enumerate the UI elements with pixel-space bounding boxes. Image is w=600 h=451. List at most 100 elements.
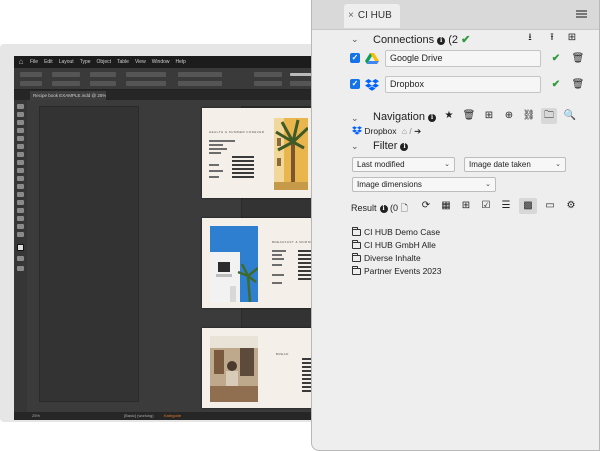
preflight-status[interactable]: Kategorie bbox=[164, 413, 181, 418]
info-icon[interactable]: i bbox=[379, 205, 388, 213]
home-icon[interactable]: ⌂ bbox=[402, 126, 407, 136]
home-icon[interactable]: ⌂ bbox=[16, 57, 26, 67]
selection-tool-icon[interactable] bbox=[17, 104, 24, 109]
menu-help[interactable]: Help bbox=[176, 59, 186, 65]
trash-icon[interactable]: 🗑 bbox=[461, 108, 477, 124]
folder-view-icon[interactable]: 🗀 bbox=[541, 108, 557, 124]
result-folder-item[interactable]: CI HUB Demo Case bbox=[352, 227, 440, 237]
filter-dropdown-image-date-taken[interactable]: Image date taken ⌄ bbox=[464, 157, 566, 172]
control-field[interactable] bbox=[126, 81, 166, 86]
rectangle-frame-tool-icon[interactable] bbox=[17, 168, 24, 173]
menu-table[interactable]: Table bbox=[117, 59, 129, 65]
link-icon[interactable]: ⛓ bbox=[521, 108, 537, 124]
filter-chevron-down-icon[interactable]: ⌄ bbox=[351, 141, 359, 152]
zoom-tool-icon[interactable] bbox=[17, 232, 24, 237]
menu-edit[interactable]: Edit bbox=[44, 59, 53, 65]
menu-window[interactable]: Window bbox=[152, 59, 170, 65]
close-icon[interactable]: × bbox=[348, 10, 354, 21]
search-icon[interactable]: 🔍 bbox=[562, 108, 578, 124]
control-field[interactable] bbox=[178, 72, 222, 77]
list-view-icon[interactable]: ☰ bbox=[498, 198, 514, 214]
line-tool-icon[interactable] bbox=[17, 144, 24, 149]
rectangle-tool-icon[interactable] bbox=[17, 176, 24, 181]
zoom-icon[interactable]: ⊕ bbox=[501, 108, 517, 124]
result-folder-item[interactable]: CI HUB GmbH Alle bbox=[352, 240, 436, 250]
direct-selection-tool-icon[interactable] bbox=[17, 112, 24, 117]
add-connection-icon[interactable]: ⊞ bbox=[564, 30, 580, 46]
gradient-tool-icon[interactable] bbox=[17, 200, 24, 205]
control-field[interactable] bbox=[20, 81, 42, 86]
download-icon[interactable]: ⭳ bbox=[522, 30, 538, 46]
document-tab[interactable]: Recipe book EXAMPLE.indd @ 25% bbox=[30, 91, 106, 100]
menu-type[interactable]: Type bbox=[80, 59, 91, 65]
zoom-level[interactable]: 25% bbox=[32, 413, 40, 418]
checkbox-select-icon[interactable]: ☑ bbox=[478, 198, 494, 214]
eyedropper-tool-icon[interactable] bbox=[17, 216, 24, 221]
hand-tool-icon[interactable] bbox=[17, 224, 24, 229]
filter-header[interactable]: Filter i bbox=[373, 140, 409, 152]
connection-name-field[interactable]: Dropbox bbox=[385, 76, 541, 93]
pencil-tool-icon[interactable] bbox=[17, 160, 24, 165]
filter-dropdown-last-modified[interactable]: Last modified ⌄ bbox=[352, 157, 455, 172]
control-field[interactable] bbox=[90, 81, 116, 86]
menu-view[interactable]: View bbox=[135, 59, 146, 65]
gear-icon[interactable]: ⚙ bbox=[563, 198, 579, 214]
add-icon[interactable]: ⊞ bbox=[481, 108, 497, 124]
breadcrumb-root[interactable]: Dropbox bbox=[364, 126, 396, 136]
menu-object[interactable]: Object bbox=[97, 59, 111, 65]
panel-tabbar: × CI HUB bbox=[312, 0, 599, 30]
control-field[interactable] bbox=[126, 72, 166, 77]
fill-stroke-icon[interactable] bbox=[17, 244, 24, 251]
panel-tab-ci-hub[interactable]: × CI HUB bbox=[344, 4, 400, 28]
upload-icon[interactable]: ⭱ bbox=[544, 30, 560, 46]
info-icon[interactable]: i bbox=[400, 143, 409, 151]
info-icon[interactable]: i bbox=[427, 114, 436, 122]
arrow-right-icon[interactable]: ➔ bbox=[414, 126, 421, 136]
menu-layout[interactable]: Layout bbox=[59, 59, 74, 65]
navigation-chevron-down-icon[interactable]: ⌄ bbox=[351, 113, 359, 124]
page-tool-icon[interactable] bbox=[17, 120, 24, 125]
transform-tool-icon[interactable] bbox=[17, 192, 24, 197]
control-field[interactable] bbox=[254, 72, 282, 77]
screen-mode-icon[interactable] bbox=[17, 266, 24, 271]
connection-checkbox[interactable]: ✓ bbox=[350, 79, 360, 89]
connections-chevron-down-icon[interactable]: ⌄ bbox=[351, 34, 359, 45]
control-field[interactable] bbox=[52, 81, 80, 86]
info-icon[interactable]: i bbox=[437, 37, 446, 45]
control-field[interactable] bbox=[90, 72, 116, 77]
control-field[interactable] bbox=[52, 72, 80, 77]
bakery-photo[interactable] bbox=[210, 336, 258, 402]
control-field[interactable] bbox=[20, 72, 42, 77]
navigation-header[interactable]: Navigation i bbox=[373, 111, 436, 123]
image-card-icon[interactable]: ▭ bbox=[542, 198, 558, 214]
add-icon[interactable]: ⊞ bbox=[458, 198, 474, 214]
menu-file[interactable]: File bbox=[30, 59, 38, 65]
control-field[interactable] bbox=[254, 81, 282, 86]
grid-small-icon[interactable]: ▦ bbox=[438, 198, 454, 214]
trash-icon[interactable]: 🗑 bbox=[570, 77, 586, 93]
grid-view-icon[interactable]: ▩ bbox=[519, 198, 537, 214]
note-tool-icon[interactable] bbox=[17, 208, 24, 213]
type-tool-icon[interactable] bbox=[17, 136, 24, 141]
scissors-tool-icon[interactable] bbox=[17, 184, 24, 189]
connections-header[interactable]: Connections i (2 ✔ bbox=[373, 33, 470, 46]
page-navigation[interactable]: [Basic] (working) bbox=[124, 413, 154, 418]
document-tabbar: Recipe book EXAMPLE.indd @ 25% bbox=[14, 90, 345, 100]
refresh-icon[interactable]: ⟳ bbox=[418, 198, 434, 214]
connection-name-field[interactable]: Google Drive bbox=[385, 50, 541, 67]
result-folder-item[interactable]: Diverse Inhalte bbox=[352, 253, 421, 263]
document-canvas[interactable]: HEALTH & SUMMER FOREVER BREAKFAST & MORN… bbox=[27, 100, 345, 412]
palm-photo[interactable] bbox=[274, 118, 308, 190]
folder-icon bbox=[352, 266, 361, 275]
apply-color-icon[interactable] bbox=[17, 256, 24, 261]
filter-dropdown-image-dimensions[interactable]: Image dimensions ⌄ bbox=[352, 177, 496, 192]
result-folder-item[interactable]: Partner Events 2023 bbox=[352, 266, 442, 276]
control-field[interactable] bbox=[178, 81, 222, 86]
panel-menu-icon[interactable] bbox=[576, 10, 587, 18]
pen-tool-icon[interactable] bbox=[17, 152, 24, 157]
connection-checkbox[interactable]: ✓ bbox=[350, 53, 360, 63]
white-building-photo[interactable] bbox=[210, 226, 258, 302]
trash-icon[interactable]: 🗑 bbox=[570, 51, 586, 67]
gap-tool-icon[interactable] bbox=[17, 128, 24, 133]
star-icon[interactable]: ★ bbox=[441, 108, 457, 124]
